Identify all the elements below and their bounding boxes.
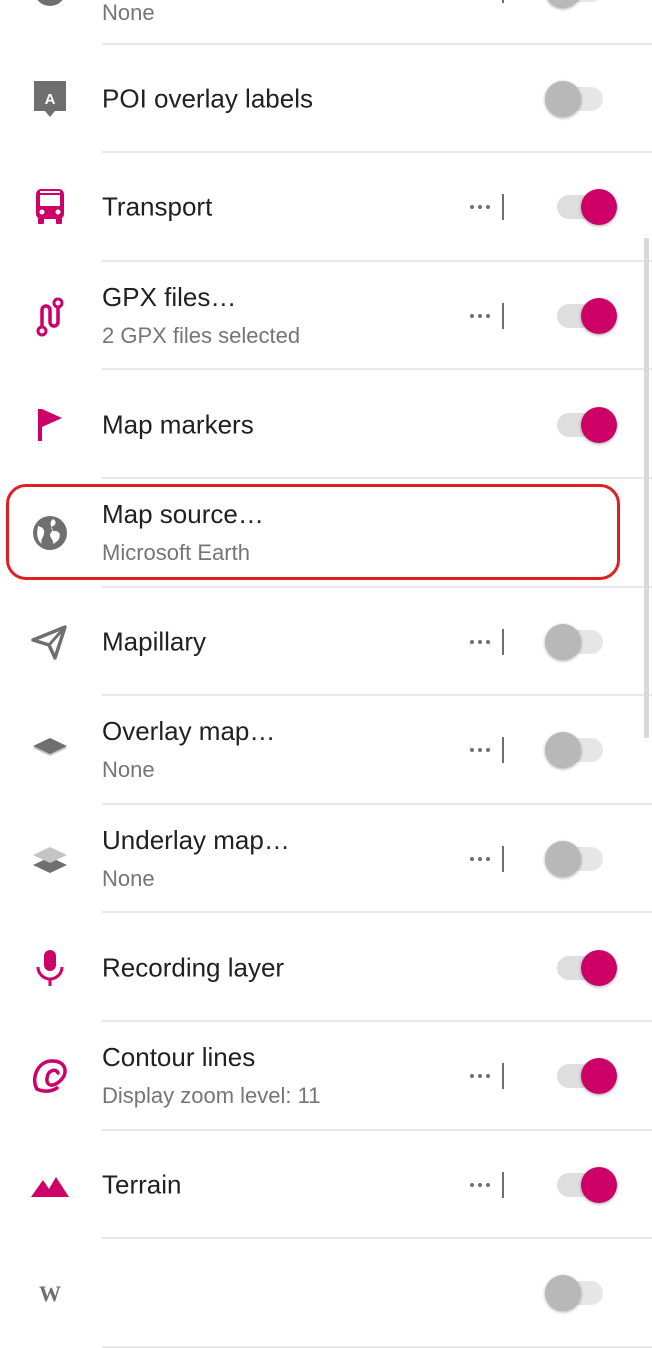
layer-toggle[interactable] [545,403,617,447]
wikipedia-icon: W [28,1271,72,1315]
layer-title: Underlay map… [102,825,290,856]
vertical-divider [502,1172,504,1198]
layer-row[interactable]: Terrain [0,1131,652,1240]
layer-toggle[interactable] [545,294,617,338]
vertical-divider [502,1063,504,1089]
layer-toggle[interactable] [545,77,617,121]
scrollbar[interactable] [644,238,649,738]
more-options-icon[interactable] [466,849,494,869]
layer-title: Contour lines [102,1042,255,1073]
layer-row[interactable]: A POI overlay labels [0,45,652,154]
layer-title: POI overlay labels [102,83,313,114]
overlay-map-icon [28,728,72,772]
flag-icon [28,403,72,447]
row-divider [102,1346,652,1348]
more-options-icon[interactable] [466,197,494,217]
layer-row[interactable]: Map source… Microsoft Earth [0,479,652,588]
layer-toggle[interactable] [545,0,617,12]
underlay-map-icon [28,837,72,881]
layer-row[interactable]: Mapillary [0,588,652,697]
map-layers-list: None A POI overlay labels Transport GPX file… [0,0,652,1348]
svg-text:A: A [45,91,56,108]
more-options-icon[interactable] [466,306,494,326]
layer-row[interactable]: Recording layer [0,913,652,1022]
vertical-divider [502,629,504,655]
layer-subtitle: 2 GPX files selected [102,323,300,349]
more-options-icon[interactable] [466,1066,494,1086]
vertical-divider [502,846,504,872]
svg-text:W: W [39,1281,61,1306]
layer-subtitle: None [102,866,155,892]
terrain-icon [28,1163,72,1207]
layer-row[interactable]: Map markers [0,370,652,479]
layer-row[interactable]: Transport [0,153,652,262]
poi-label-icon: A [28,77,72,121]
layer-subtitle: Microsoft Earth [102,540,250,566]
vertical-divider [502,737,504,763]
layer-row[interactable]: GPX files… 2 GPX files selected [0,262,652,371]
layer-title: Map source… [102,499,264,530]
layer-row[interactable]: None [0,0,652,45]
more-options-icon[interactable] [466,632,494,652]
layer-toggle[interactable] [545,1054,617,1098]
layer-toggle[interactable] [545,1163,617,1207]
vertical-divider [502,303,504,329]
microphone-icon [28,946,72,990]
layer-row[interactable]: W [0,1239,652,1348]
globe-icon [28,511,72,555]
vertical-divider [502,0,504,3]
layer-title: Terrain [102,1169,181,1200]
more-options-icon[interactable] [466,1175,494,1195]
layer-row[interactable]: Contour lines Display zoom level: 11 [0,1022,652,1131]
layer-row[interactable]: Overlay map… None [0,696,652,805]
layer-subtitle: Display zoom level: 11 [102,1083,320,1109]
layer-subtitle: None [102,757,155,783]
mapillary-icon [28,620,72,664]
layer-subtitle: None [102,0,155,26]
layer-toggle[interactable] [545,620,617,664]
layer-row[interactable]: Underlay map… None [0,805,652,914]
layers-icon [28,0,72,12]
layer-title: Transport [102,192,212,223]
layer-title: Overlay map… [102,716,275,747]
layer-title: GPX files… [102,282,236,313]
layer-title: Mapillary [102,626,206,657]
contour-lines-icon [28,1054,72,1098]
vertical-divider [502,194,504,220]
layer-toggle[interactable] [545,946,617,990]
more-options-icon[interactable] [466,740,494,760]
layer-toggle[interactable] [545,728,617,772]
layer-toggle[interactable] [545,185,617,229]
layer-title: Map markers [102,409,254,440]
layer-title: Recording layer [102,952,284,983]
layer-toggle[interactable] [545,1271,617,1315]
layer-toggle[interactable] [545,837,617,881]
bus-icon [28,185,72,229]
gpx-route-icon [28,294,72,338]
